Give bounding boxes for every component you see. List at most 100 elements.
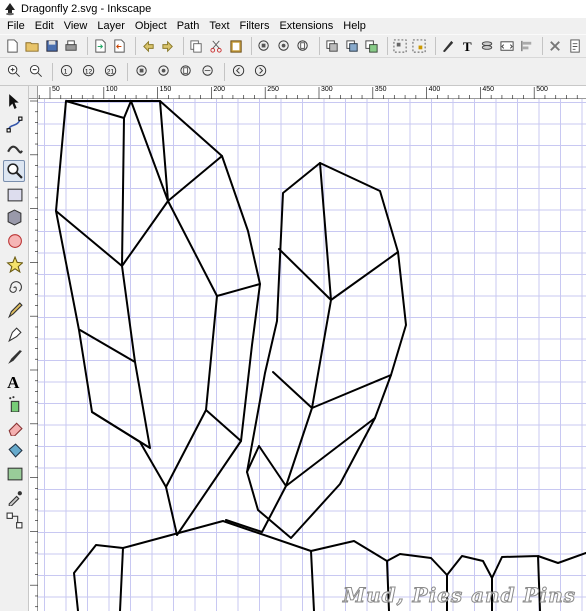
menu-edit[interactable]: Edit bbox=[30, 20, 59, 32]
zoom-2-1-button[interactable]: 21 bbox=[101, 62, 121, 82]
zoom-page-button[interactable] bbox=[176, 62, 196, 82]
menu-layer[interactable]: Layer bbox=[92, 20, 130, 32]
connector-tool[interactable] bbox=[3, 509, 25, 531]
svg-text:A: A bbox=[7, 373, 20, 389]
gradient-tool[interactable] bbox=[3, 463, 25, 485]
text-tool[interactable]: A bbox=[3, 370, 25, 392]
toolbar-separator bbox=[318, 37, 320, 55]
circle-icon bbox=[7, 234, 22, 249]
pen-tool[interactable] bbox=[3, 323, 25, 345]
spiral-tool[interactable] bbox=[3, 276, 25, 298]
paint-bucket-tool[interactable] bbox=[3, 440, 25, 462]
spiral-icon bbox=[8, 281, 22, 293]
copy-button[interactable] bbox=[188, 36, 206, 56]
vertical-ruler[interactable] bbox=[29, 99, 38, 611]
zoom-previous-button[interactable] bbox=[229, 62, 249, 82]
fill-stroke-button[interactable] bbox=[440, 36, 458, 56]
star-icon bbox=[5, 255, 23, 273]
zoom-selection-button[interactable] bbox=[256, 36, 274, 56]
zoom-page-icon bbox=[179, 65, 191, 76]
menu-extensions[interactable]: Extensions bbox=[274, 20, 338, 32]
ruler-label: 250 bbox=[267, 86, 279, 93]
menu-help[interactable]: Help bbox=[338, 20, 371, 32]
horizontal-ruler[interactable]: 50 100 150 200 250 300 350 400 450 500 bbox=[38, 86, 586, 99]
tweak-icon bbox=[6, 145, 23, 154]
tweak-tool[interactable] bbox=[3, 137, 25, 159]
3d-box-tool[interactable] bbox=[3, 207, 25, 229]
ungroup-button[interactable] bbox=[411, 36, 429, 56]
unlink-clone-button[interactable] bbox=[363, 36, 381, 56]
right-wing-outline bbox=[246, 162, 407, 539]
text-font-button[interactable]: T bbox=[459, 36, 477, 56]
zoom-drawing-icon bbox=[157, 65, 169, 76]
menu-filters[interactable]: Filters bbox=[235, 20, 275, 32]
rectangle-tool[interactable] bbox=[3, 183, 25, 205]
menu-file[interactable]: File bbox=[2, 20, 30, 32]
zoom-out-button[interactable] bbox=[26, 62, 46, 82]
ruler-label: 50 bbox=[52, 86, 60, 93]
bucket-icon bbox=[7, 443, 23, 458]
xml-editor-icon bbox=[500, 40, 514, 51]
node-tool[interactable] bbox=[3, 113, 25, 135]
redo-button[interactable] bbox=[159, 36, 177, 56]
zoom-page-button[interactable] bbox=[295, 36, 313, 56]
align-button[interactable] bbox=[518, 36, 536, 56]
xml-editor-button[interactable] bbox=[499, 36, 517, 56]
spray-tool[interactable] bbox=[3, 393, 25, 415]
arrow-icon bbox=[8, 93, 19, 109]
svg-text:1: 1 bbox=[63, 68, 67, 75]
ruler-label: 150 bbox=[159, 86, 172, 93]
zoom-selection-icon bbox=[135, 65, 147, 76]
ruler-label: 400 bbox=[428, 86, 441, 93]
print-button[interactable] bbox=[63, 36, 81, 56]
duplicate-button[interactable] bbox=[324, 36, 342, 56]
zoom-tool[interactable] bbox=[3, 159, 25, 182]
ungroup-icon bbox=[412, 38, 426, 53]
zoom-selection-button[interactable] bbox=[132, 62, 152, 82]
clone-button[interactable] bbox=[343, 36, 361, 56]
ruler-corner bbox=[29, 86, 38, 99]
ruler-label: 200 bbox=[213, 86, 226, 93]
selector-tool[interactable] bbox=[3, 90, 25, 112]
duplicate-icon bbox=[326, 39, 338, 52]
gradient-icon bbox=[7, 467, 22, 481]
export-button[interactable] bbox=[111, 36, 129, 56]
document-properties-icon bbox=[570, 38, 580, 53]
toolbar-separator bbox=[134, 37, 136, 55]
zoom-in-button[interactable] bbox=[4, 62, 24, 82]
text-font-icon: T bbox=[462, 39, 471, 54]
layers-button[interactable] bbox=[479, 36, 497, 56]
menu-view[interactable]: View bbox=[59, 20, 93, 32]
zoom-drawing-button[interactable] bbox=[154, 62, 174, 82]
save-button[interactable] bbox=[43, 36, 61, 56]
menu-text[interactable]: Text bbox=[204, 20, 234, 32]
new-document-icon bbox=[7, 38, 18, 53]
zoom-1-1-button[interactable]: 1 bbox=[57, 62, 77, 82]
calligraphy-tool[interactable] bbox=[3, 346, 25, 368]
dragonfly-drawing[interactable] bbox=[38, 99, 586, 611]
ellipse-tool[interactable] bbox=[3, 230, 25, 252]
preferences-button[interactable] bbox=[547, 36, 565, 56]
ruler-label: 300 bbox=[321, 86, 333, 93]
undo-button[interactable] bbox=[140, 36, 158, 56]
eraser-tool[interactable] bbox=[3, 416, 25, 438]
group-button[interactable] bbox=[391, 36, 409, 56]
clone-icon bbox=[345, 39, 358, 52]
zoom-page-width-button[interactable] bbox=[198, 62, 218, 82]
zoom-next-button[interactable] bbox=[251, 62, 271, 82]
import-button[interactable] bbox=[92, 36, 110, 56]
new-document-button[interactable] bbox=[4, 36, 22, 56]
paste-button[interactable] bbox=[227, 36, 245, 56]
commands-toolbar: T bbox=[0, 34, 586, 58]
star-tool[interactable] bbox=[3, 253, 25, 275]
pencil-tool[interactable] bbox=[3, 300, 25, 322]
document-properties-button[interactable] bbox=[566, 36, 584, 56]
open-button[interactable] bbox=[24, 36, 42, 56]
cut-button[interactable] bbox=[208, 36, 226, 56]
fill-stroke-icon bbox=[442, 40, 454, 52]
menu-object[interactable]: Object bbox=[130, 20, 172, 32]
menu-path[interactable]: Path bbox=[172, 20, 205, 32]
zoom-drawing-button[interactable] bbox=[275, 36, 293, 56]
zoom-1-2-button[interactable]: 12 bbox=[79, 62, 99, 82]
dropper-tool[interactable] bbox=[3, 486, 25, 508]
